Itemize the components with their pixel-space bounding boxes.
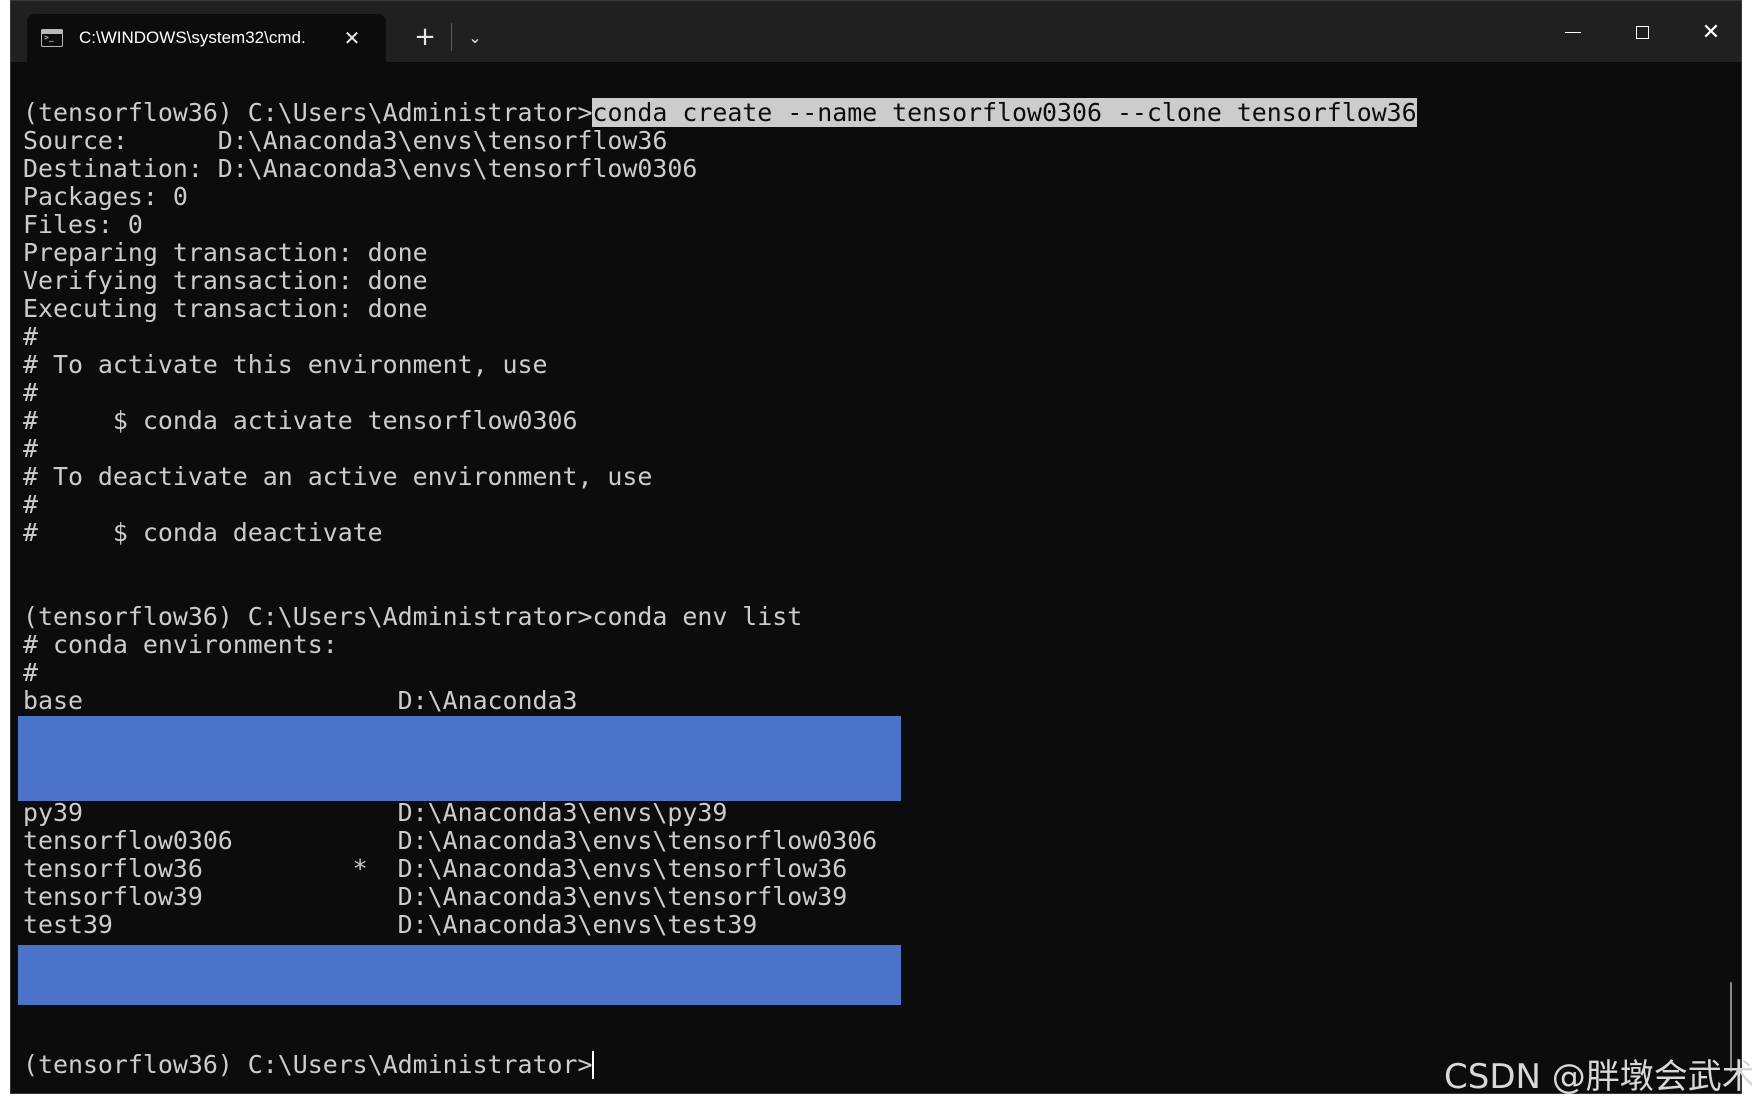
close-window-icon[interactable]: ✕ (1683, 9, 1739, 55)
console-line: Destination: D:\Anaconda3\envs\tensorflo… (23, 154, 698, 183)
console-lines: (tensorflow36) C:\Users\Administrator>co… (23, 98, 1417, 1079)
console-line: Files: 0 (23, 210, 143, 239)
title-bar: C:\WINDOWS\system32\cmd. ✕ + ⌄ ✕ (11, 1, 1741, 62)
console-line: # (23, 322, 38, 351)
console-line: Executing transaction: done (23, 294, 428, 323)
console-line: py39 D:\Anaconda3\envs\py39 (23, 798, 728, 827)
console-line: # conda environments: (23, 630, 338, 659)
selected-command: conda create --name tensorflow0306 --clo… (592, 98, 1417, 127)
terminal-window: C:\WINDOWS\system32\cmd. ✕ + ⌄ ✕ (tensor… (10, 0, 1742, 1094)
redaction-block (18, 945, 901, 1005)
prompt: (tensorflow36) C:\Users\Administrator> (23, 98, 593, 127)
console-line: tensorflow0306 D:\Anaconda3\envs\tensorf… (23, 826, 878, 855)
terminal-icon (41, 29, 63, 47)
close-icon[interactable]: ✕ (337, 23, 367, 53)
console-line: tensorflow36 * D:\Anaconda3\envs\tensorf… (23, 854, 848, 883)
command: conda env list (592, 602, 803, 631)
console-output[interactable]: (tensorflow36) C:\Users\Administrator>co… (11, 62, 1741, 1093)
console-line: Preparing transaction: done (23, 238, 428, 267)
command-output: # conda environments: # base D:\Anaconda3 (23, 631, 1417, 715)
command-output: Source: D:\Anaconda3\envs\tensorflow36 De… (23, 127, 1417, 547)
console-line: (tensorflow36) C:\Users\Administrator>co… (23, 98, 1417, 127)
minimize-icon[interactable] (1545, 9, 1601, 55)
command-output: py39 D:\Anaconda3\envs\py39 tensorflow030… (23, 799, 1417, 939)
console-line: # (23, 378, 38, 407)
console-line: # To activate this environment, use (23, 350, 548, 379)
console-line: test39 D:\Anaconda3\envs\test39 (23, 910, 758, 939)
maximize-icon[interactable] (1614, 9, 1670, 55)
console-line: Verifying transaction: done (23, 266, 428, 295)
console-line: Packages: 0 (23, 182, 188, 211)
console-line: # $ conda activate tensorflow0306 (23, 406, 578, 435)
console-line: tensorflow39 D:\Anaconda3\envs\tensorflo… (23, 882, 848, 911)
console-line: # (23, 434, 38, 463)
console-line: (tensorflow36) C:\Users\Administrator> (23, 1051, 1417, 1079)
console-line: (tensorflow36) C:\Users\Administrator>co… (23, 603, 1417, 631)
console-line: # To deactivate an active environment, u… (23, 462, 653, 491)
console-line: # (23, 490, 38, 519)
console-line: Source: D:\Anaconda3\envs\tensorflow36 (23, 126, 668, 155)
console-line: # (23, 658, 38, 687)
prompt: (tensorflow36) C:\Users\Administrator> (23, 1050, 593, 1079)
plus-icon[interactable]: + (405, 19, 445, 55)
prompt: (tensorflow36) C:\Users\Administrator> (23, 602, 593, 631)
tab-title: C:\WINDOWS\system32\cmd. (79, 28, 306, 47)
tab-cmd[interactable]: C:\WINDOWS\system32\cmd. ✕ (27, 14, 386, 62)
console-line: # $ conda deactivate (23, 518, 383, 547)
console-line: base D:\Anaconda3 (23, 686, 578, 715)
text-cursor (592, 1051, 595, 1079)
watermark: CSDN @胖墩会武术 (1444, 1057, 1752, 1097)
tab-divider (451, 23, 452, 51)
chevron-down-icon[interactable]: ⌄ (457, 19, 493, 55)
redaction-block (18, 716, 901, 801)
